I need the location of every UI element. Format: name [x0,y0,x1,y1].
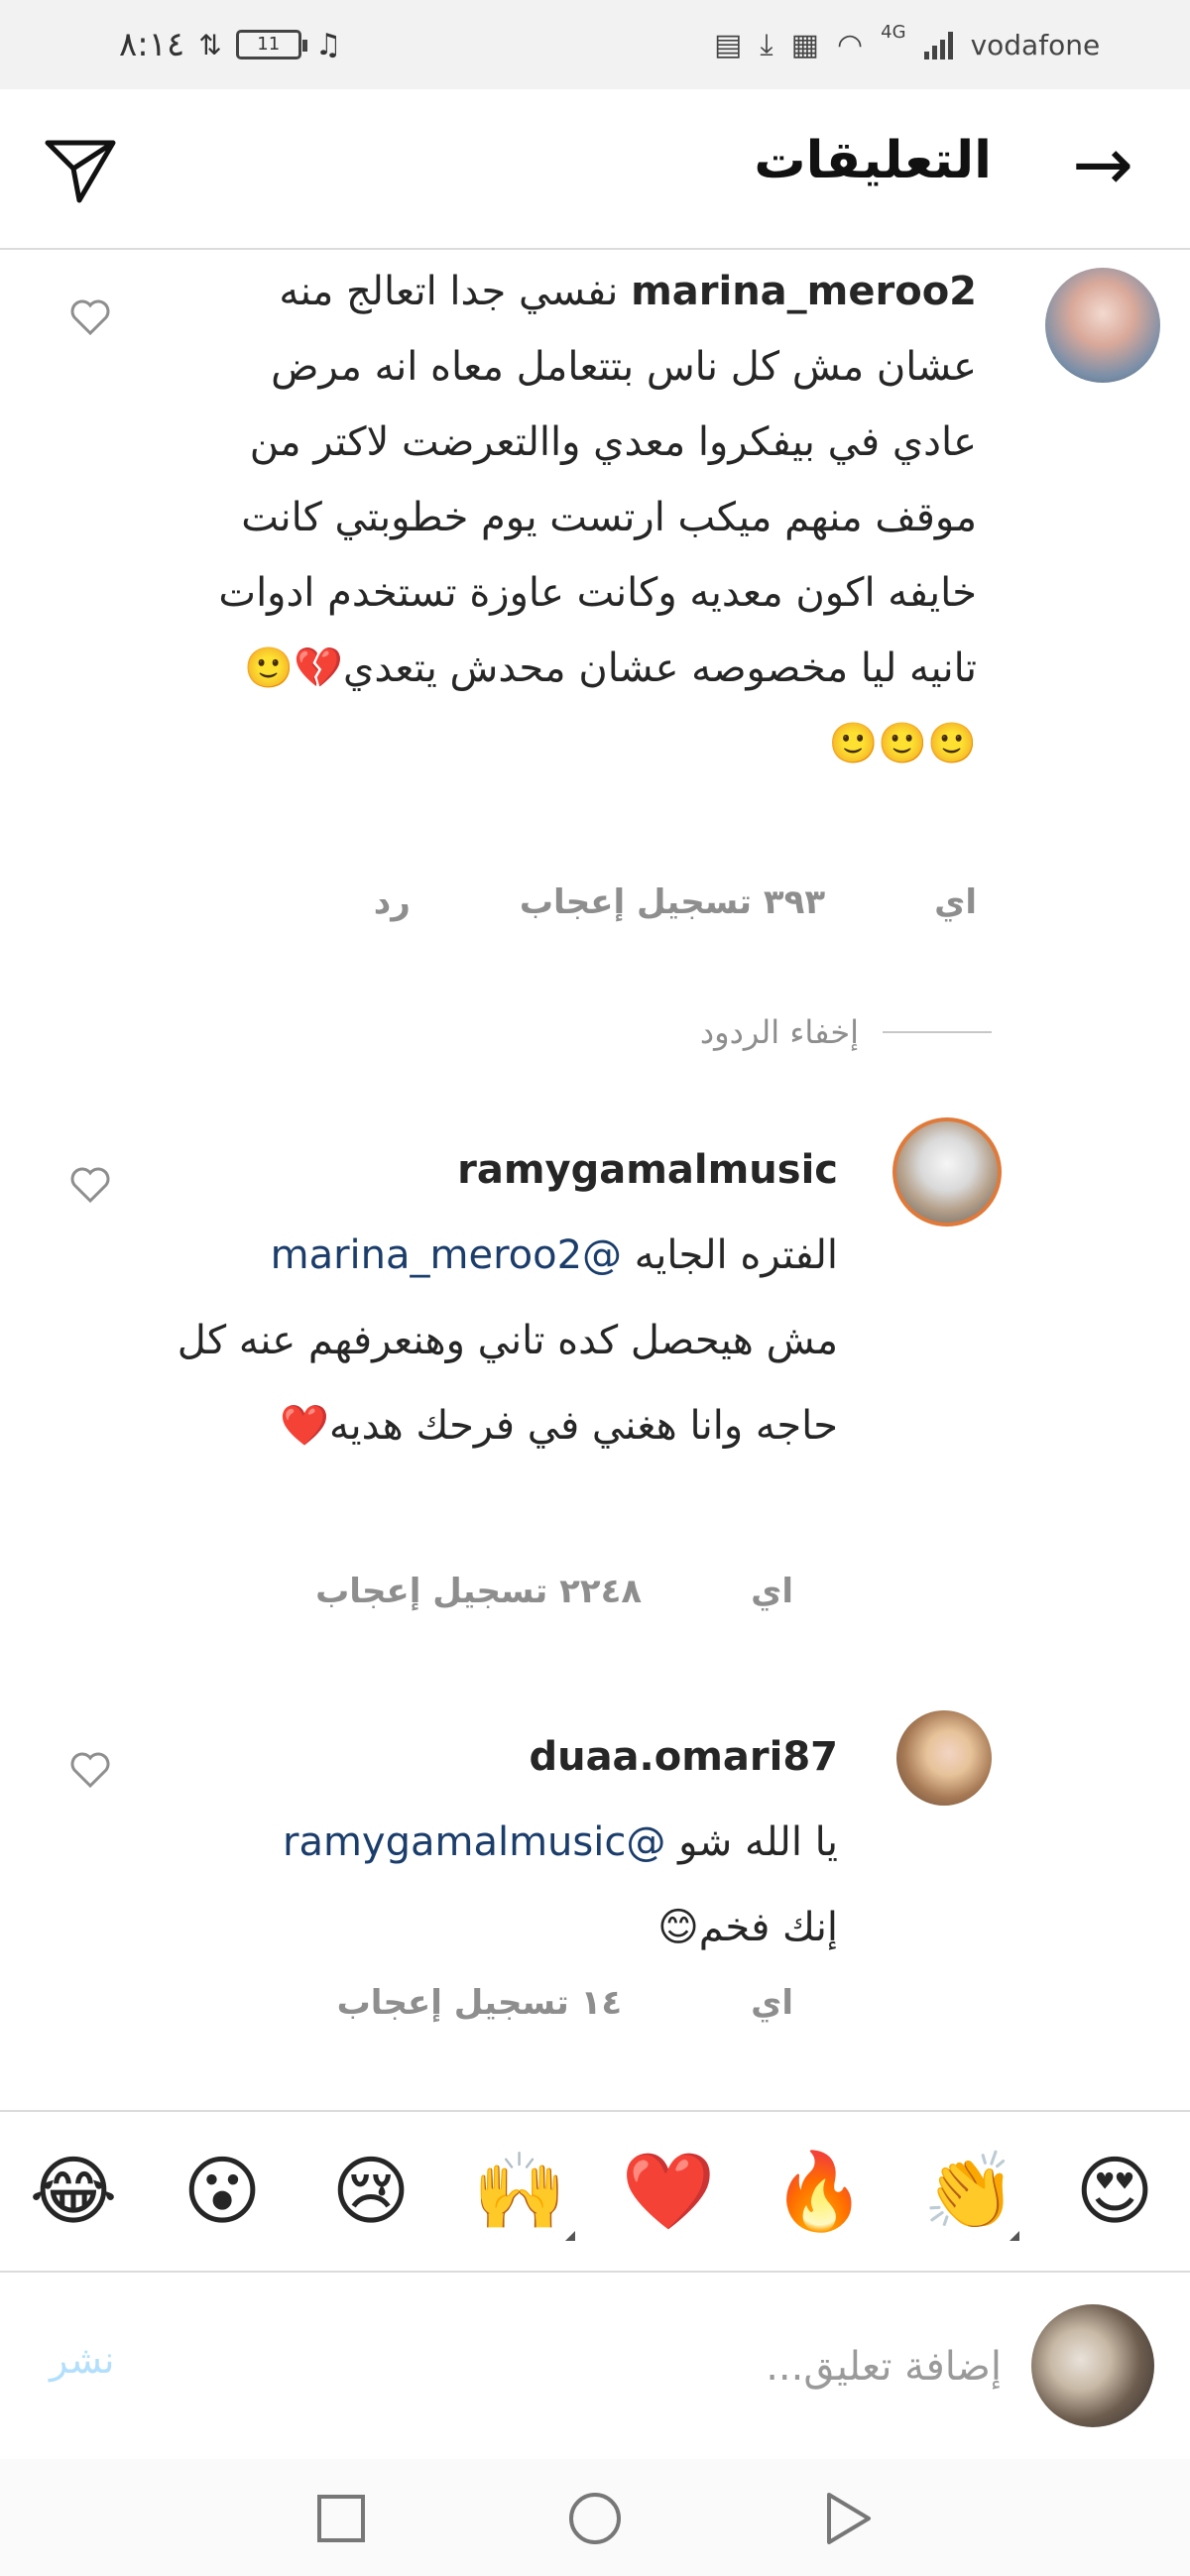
like-heart-icon[interactable] [69,1750,111,1790]
avatar [1031,2304,1154,2427]
emoji-heart-eyes[interactable]: 😍 [1065,2142,1164,2241]
reply-username[interactable]: ramygamalmusic [164,1127,838,1213]
hide-replies-toggle[interactable]: إخفاء الردود [700,1013,992,1051]
emoji-quick-bar: 😍 👏 🔥 ❤️ 🙌 😢 😮 😂 [0,2110,1190,2273]
comment-composer: إضافة تعليق... نشر [0,2271,1190,2461]
comment-body: نفسي جدا اتعالج منه عشان مش كل ناس بتتعا… [218,269,977,766]
comment-item: marina_meroo2 نفسي جدا اتعالج منه عشان م… [0,248,1190,962]
comment-text: marina_meroo2 نفسي جدا اتعالج منه عشان م… [213,254,977,781]
emoji-crying[interactable]: 😢 [321,2142,420,2241]
reply-body-line1: يا الله شو [678,1819,838,1865]
reply-item: duaa.omari87 يا الله شو @ramygamalmusic … [0,1700,1190,2057]
app-header: التعليقات → [0,89,1190,250]
battery-icon: 11 [235,30,307,59]
divider-line [883,1031,992,1033]
reply-meta: اي ٢٢٤٨ تسجيل إعجاب [315,1572,793,1611]
reply-body: إنك فخم😊 [657,1905,838,1950]
signal-icon [923,30,953,59]
grid-icon: ▦ [790,27,819,62]
reply-username[interactable]: duaa.omari87 [164,1714,838,1800]
avatar[interactable] [1045,268,1160,383]
status-left-group: ٨:١٤ ⇅ 11 ♫ [119,22,342,67]
avatar[interactable] [896,1710,992,1806]
reply-time: اي [751,1572,793,1611]
like-heart-icon[interactable] [69,297,111,337]
wifi-icon: ◠ [836,27,864,62]
comment-input[interactable]: إضافة تعليق... [188,2332,1002,2401]
status-time: ٨:١٤ [119,25,185,64]
emoji-fire[interactable]: 🔥 [770,2142,869,2241]
back-triangle-icon[interactable] [807,2479,887,2558]
status-bar: ٨:١٤ ⇅ 11 ♫ ▤ ⤓ ▦ ◠ 4G vodafone [0,0,1190,89]
reply-text: duaa.omari87 يا الله شو @ramygamalmusic … [164,1714,838,1970]
hide-replies-label[interactable]: إخفاء الردود [700,1013,859,1051]
reply-button[interactable]: رد [374,882,411,922]
reply-text: ramygamalmusic الفتره الجايه @marina_mer… [164,1127,838,1468]
back-arrow-icon[interactable]: → [1063,128,1142,208]
skin-tone-indicator-icon [565,2231,575,2241]
download-icon: ⤓ [760,27,774,62]
battery-level: 11 [257,34,281,55]
emoji-raising-hands[interactable]: 🙌 [470,2142,569,2241]
network-type: 4G [881,22,906,43]
reply-body-line1: الفتره الجايه [634,1232,838,1278]
post-button[interactable]: نشر [50,2338,114,2382]
comment-meta: اي ٣٩٣ تسجيل إعجاب رد [374,882,977,922]
emoji-red-heart[interactable]: ❤️ [619,2142,718,2241]
likes-count[interactable]: ١٤ تسجيل إعجاب [337,1983,623,2023]
likes-count[interactable]: ٢٢٤٨ تسجيل إعجاب [315,1572,642,1611]
reply-meta: اي ١٤ تسجيل إعجاب [337,1983,793,2023]
home-circle-icon[interactable] [555,2479,635,2558]
notification-icon: ▤ [714,27,743,62]
carrier-name: vodafone [970,28,1101,61]
mention-link[interactable]: @ramygamalmusic [283,1819,665,1865]
emoji-clapping[interactable]: 👏 [920,2142,1019,2241]
emoji-laughing-tears[interactable]: 😂 [24,2142,123,2241]
reply-item: ramygamalmusic الفتره الجايه @marina_mer… [0,1106,1190,1641]
recent-apps-square-icon[interactable] [301,2479,381,2558]
reply-body: مش هيحصل كده تاني وهنعرفهم عنه كل حاجه و… [177,1318,838,1449]
headphones-icon: ♫ [314,27,342,62]
mention-link[interactable]: @marina_meroo2 [271,1232,622,1278]
status-right-group: ▤ ⤓ ▦ ◠ 4G vodafone [714,22,1100,67]
comment-time: اي [934,882,977,922]
system-nav-bar [0,2459,1190,2576]
like-heart-icon[interactable] [69,1165,111,1205]
likes-count[interactable]: ٣٩٣ تسجيل إعجاب [520,882,825,922]
send-icon[interactable] [40,127,123,210]
charging-icon: ⇅ [198,28,222,61]
page-title: التعليقات [754,131,992,190]
avatar[interactable] [892,1117,1002,1227]
emoji-surprised[interactable]: 😮 [173,2142,272,2241]
skin-tone-indicator-icon [1010,2231,1019,2241]
comment-username[interactable]: marina_meroo2 [631,269,977,314]
reply-time: اي [751,1983,793,2023]
